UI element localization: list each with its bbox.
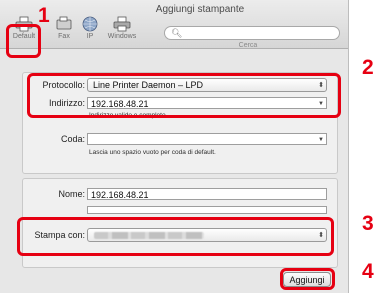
callout-number-4: 4 [362,260,374,283]
window-toolbar: Aggiungi stampante Default Fax IP Window… [0,0,348,49]
callout-box-3 [17,217,334,256]
location-field[interactable] [87,206,327,214]
windows-printer-icon [113,16,131,32]
fax-icon [56,16,72,30]
queue-field[interactable]: ▼ [87,133,327,145]
toolbar-ip-label: IP [86,33,94,40]
search-label: Cerca [238,42,258,49]
callout-box-4 [280,268,335,290]
callout-box-2 [27,73,341,118]
name-label: Nome: [58,189,85,199]
callout-number-2: 2 [362,56,374,79]
toolbar-ip-button[interactable]: IP [72,16,108,44]
chevron-down-icon: ▼ [318,137,324,143]
queue-label: Coda: [60,134,85,144]
name-value: 192.168.48.21 [91,190,149,200]
window-title: Aggiungi stampante [155,4,245,15]
globe-icon [82,16,98,32]
search-input[interactable]: 🔍︎ [164,26,340,40]
search-icon: 🔍︎ [171,28,183,38]
queue-hint: Lascia uno spazio vuoto per coda di defa… [89,149,216,156]
callout-number-1: 1 [38,4,50,27]
toolbar-windows-label: Windows [107,33,137,40]
callout-number-3: 3 [362,212,374,235]
toolbar-windows-button[interactable]: Windows [104,16,140,44]
callout-box-1 [6,24,41,58]
name-field[interactable]: 192.168.48.21 [87,188,327,200]
